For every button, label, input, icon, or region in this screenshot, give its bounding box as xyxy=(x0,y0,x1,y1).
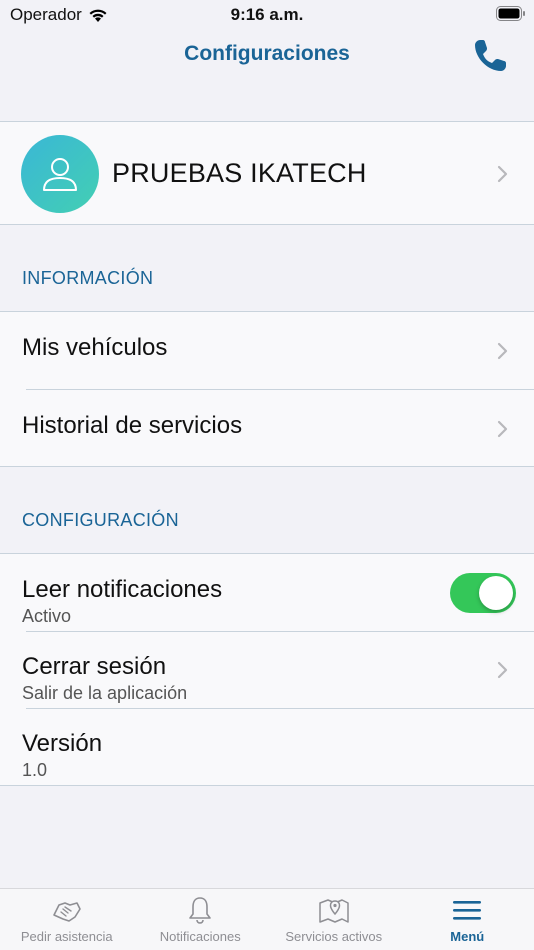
informacion-group: Mis vehículos Historial de servicios xyxy=(0,311,534,467)
tab-menu[interactable]: Menú xyxy=(401,889,534,950)
profile-name: PRUEBAS IKATECH xyxy=(112,158,367,188)
row-title: Versión xyxy=(22,730,103,757)
user-icon xyxy=(43,158,77,191)
map-pin-icon xyxy=(319,899,349,923)
notifications-toggle[interactable] xyxy=(450,573,516,613)
row-title: Cerrar sesión xyxy=(22,653,167,680)
menu-icon xyxy=(453,901,482,920)
avatar xyxy=(21,135,99,213)
tab-label: Notificaciones xyxy=(159,929,241,944)
section-header-informacion: INFORMACIÓN xyxy=(22,268,154,288)
battery-icon xyxy=(496,6,525,21)
chevron-right-icon xyxy=(497,661,508,679)
row-mis-vehiculos[interactable]: Mis vehículos xyxy=(0,312,534,389)
tab-pedir-asistencia[interactable]: Pedir asistencia xyxy=(0,889,134,950)
toggle-knob xyxy=(479,576,513,610)
row-title: Historial de servicios xyxy=(22,412,243,439)
phone-icon[interactable] xyxy=(470,36,510,76)
chevron-right-icon xyxy=(497,165,508,183)
row-leer-notificaciones: Leer notificaciones Activo xyxy=(0,554,534,631)
tab-label: Menú xyxy=(450,929,485,944)
row-subtitle: Salir de la aplicación xyxy=(22,683,188,703)
row-cerrar-sesion[interactable]: Cerrar sesión Salir de la aplicación xyxy=(0,632,534,709)
section-header-configuracion: CONFIGURACIÓN xyxy=(22,510,179,530)
row-title: Mis vehículos xyxy=(22,334,168,361)
row-version: Versión 1.0 xyxy=(0,709,534,786)
tab-servicios-activos[interactable]: Servicios activos xyxy=(267,889,401,950)
tab-label: Pedir asistencia xyxy=(20,929,113,944)
chevron-right-icon xyxy=(497,342,508,360)
row-subtitle: Activo xyxy=(22,606,72,626)
tab-label: Servicios activos xyxy=(285,929,383,944)
row-historial-servicios[interactable]: Historial de servicios xyxy=(0,390,534,467)
chevron-right-icon xyxy=(497,420,508,438)
bell-icon xyxy=(189,897,212,924)
status-time: 9:16 a.m. xyxy=(230,5,304,24)
status-bar: Operador 9:16 a.m. xyxy=(0,0,534,30)
page-title: Configuraciones xyxy=(184,42,350,65)
tab-bar: Pedir asistencia Notificaciones Servicio… xyxy=(0,888,534,950)
row-title: Leer notificaciones xyxy=(22,576,223,603)
profile-row[interactable]: PRUEBAS IKATECH xyxy=(0,121,534,225)
handshake-icon xyxy=(52,902,81,922)
row-subtitle: 1.0 xyxy=(22,760,48,780)
tab-notificaciones[interactable]: Notificaciones xyxy=(134,889,268,950)
navigation-bar: Configuraciones xyxy=(0,30,534,82)
configuracion-group: Leer notificaciones Activo Cerrar sesión… xyxy=(0,553,534,786)
